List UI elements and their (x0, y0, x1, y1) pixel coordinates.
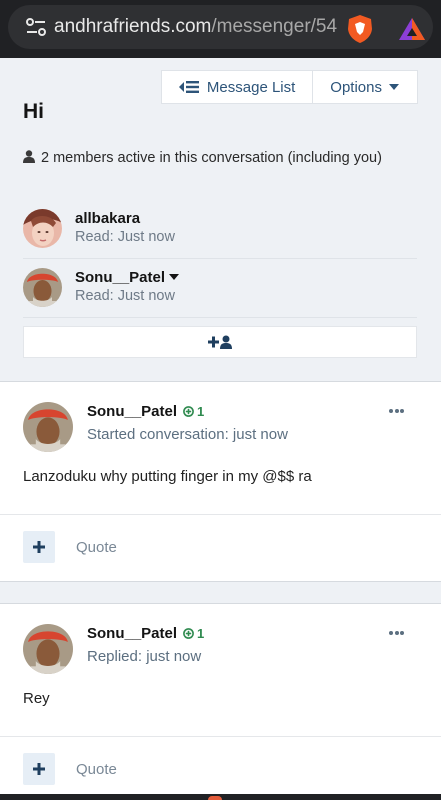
more-options-icon[interactable] (388, 631, 404, 635)
message-body: Lanzoduku why putting finger in my @$$ r… (23, 468, 312, 485)
message-list-button[interactable]: Message List (160, 70, 314, 104)
options-button[interactable]: Options (313, 70, 418, 104)
brave-rewards-icon[interactable] (398, 17, 426, 41)
message-list-label: Message List (206, 78, 296, 96)
conversation-toolbar: Message List Options (160, 70, 418, 104)
avatar[interactable] (23, 402, 73, 452)
page-content: Message List Options Hi 2 members active… (0, 58, 441, 794)
multi-quote-button[interactable] (23, 531, 55, 563)
reaction-score: 1 (197, 626, 205, 641)
avatar[interactable] (23, 268, 62, 307)
brave-shield-icon[interactable] (346, 14, 374, 44)
more-options-icon[interactable] (388, 409, 404, 413)
reaction-score: 1 (197, 404, 205, 419)
members-active-text: 2 members active in this conversation (i… (41, 150, 382, 166)
back-list-icon (178, 81, 199, 93)
bottom-tab-indicator (208, 796, 222, 800)
conversation-title: Hi (23, 100, 44, 123)
url-path: /messenger/54 (211, 16, 338, 37)
member-name[interactable]: allbakara (75, 210, 140, 227)
member-name: Sonu__Patel (75, 269, 166, 286)
plus-icon (33, 541, 45, 553)
quote-button[interactable]: Quote (76, 539, 117, 556)
avatar[interactable] (23, 624, 73, 674)
member-divider (23, 258, 417, 259)
members-active-info: 2 members active in this conversation (i… (23, 149, 403, 168)
site-info-icon[interactable] (26, 18, 46, 36)
message-author[interactable]: Sonu__Patel (87, 403, 177, 420)
message-footer-divider (0, 736, 441, 737)
message-body: Rey (23, 690, 50, 707)
member-divider (23, 317, 417, 318)
member-name-with-menu[interactable]: Sonu__Patel (75, 269, 180, 286)
options-label: Options (330, 78, 382, 96)
multi-quote-button[interactable] (23, 753, 55, 785)
address-bar[interactable]: andhrafriends.com/messenger/54 (8, 5, 433, 49)
message-date[interactable]: Started conversation: just now (87, 426, 288, 443)
user-icon (23, 150, 35, 163)
message-footer-divider (0, 514, 441, 515)
message-author[interactable]: Sonu__Patel (87, 625, 177, 642)
reaction-score-badge: 1 (183, 404, 204, 419)
quote-button[interactable]: Quote (76, 761, 117, 778)
add-user-icon (208, 335, 232, 349)
avatar[interactable] (23, 209, 62, 248)
invite-member-button[interactable] (23, 326, 417, 358)
plus-icon (33, 763, 45, 775)
url-text[interactable]: andhrafriends.com/messenger/54 (54, 16, 338, 38)
reaction-score-badge: 1 (183, 626, 204, 641)
system-bottom-bar (0, 794, 441, 800)
message-card: Sonu__Patel 1 Started conversation: just… (0, 381, 441, 582)
member-read-status: Read: Just now (75, 229, 175, 245)
message-card: Sonu__Patel 1 Replied: just now Rey Quot… (0, 603, 441, 794)
url-domain: andhrafriends.com (54, 16, 212, 37)
caret-down-icon (169, 274, 180, 280)
browser-toolbar: andhrafriends.com/messenger/54 (0, 0, 441, 58)
plus-circle-icon (183, 406, 194, 417)
message-date[interactable]: Replied: just now (87, 648, 201, 665)
caret-down-icon (389, 84, 399, 90)
plus-circle-icon (183, 628, 194, 639)
member-read-status: Read: Just now (75, 288, 175, 304)
